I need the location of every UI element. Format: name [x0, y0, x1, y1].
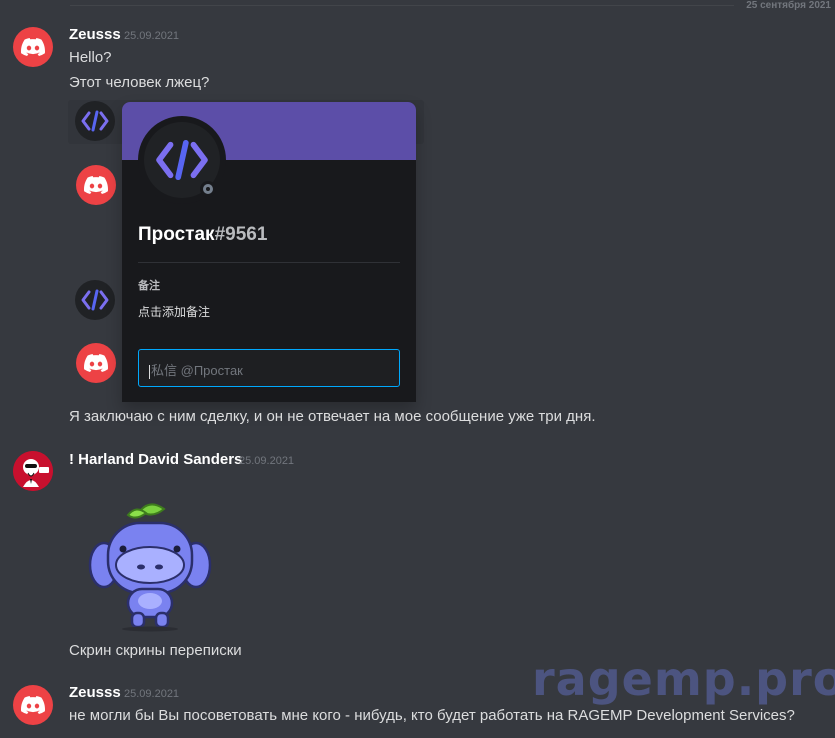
dm-placeholder-prefix: 私信: [151, 363, 178, 378]
note-label: 备注: [138, 280, 160, 292]
kfc-colonel-icon[interactable]: [13, 451, 53, 491]
discord-logo-icon[interactable]: [76, 165, 116, 205]
code-brackets-icon[interactable]: [75, 101, 115, 141]
text-caret: [149, 364, 150, 379]
watermark: ragemp.pro: [532, 652, 835, 706]
profile-discriminator: #9561: [214, 224, 268, 245]
message-text: Hello?: [69, 49, 112, 66]
wumpus-sticker[interactable]: [88, 497, 212, 632]
message-username[interactable]: Zeusss: [69, 26, 121, 43]
offline-status-icon: [200, 181, 216, 197]
date-divider: 25 сентября 2021: [70, 1, 835, 13]
discord-logo-icon[interactable]: [76, 343, 116, 383]
message-text: Я заключаю с ним сделку, и он не отвечае…: [69, 408, 596, 425]
message-text: Этот человек лжец?: [69, 74, 210, 91]
user-profile-popout[interactable]: Простак#9561 备注 点击添加备注 私信 @Простак: [122, 102, 416, 402]
note-field[interactable]: 点击添加备注: [138, 303, 210, 320]
message-timestamp: 25.09.2021: [124, 688, 180, 700]
code-brackets-icon[interactable]: [75, 280, 115, 320]
message-username[interactable]: Zeusss: [69, 684, 121, 701]
profile-divider: [138, 262, 400, 263]
message-text: Скрин скрины переписки: [69, 642, 242, 659]
message-timestamp: 25.09.2021: [124, 30, 180, 42]
profile-name: Простак: [138, 224, 215, 245]
profile-username: Простак#9561: [138, 224, 267, 246]
discord-logo-icon[interactable]: [13, 27, 53, 67]
message-timestamp: 25.09.2021: [239, 455, 295, 467]
discord-logo-icon[interactable]: [13, 685, 53, 725]
divider-date: 25 сентября 2021: [734, 1, 835, 13]
message-text: не могли бы Вы посоветовать мне кого - н…: [69, 707, 795, 724]
dm-input[interactable]: 私信 @Простак: [138, 349, 400, 387]
dm-placeholder-handle: @Простак: [180, 363, 243, 378]
message-username[interactable]: ! Harland David Sanders: [69, 451, 242, 468]
